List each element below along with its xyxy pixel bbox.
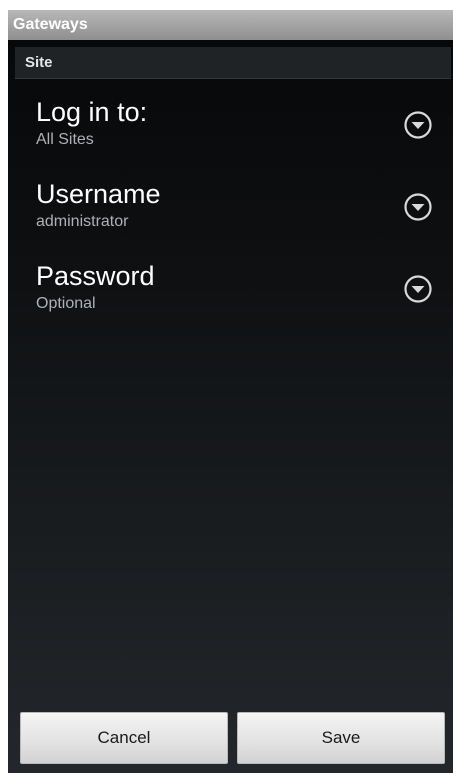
pref-summary: administrator bbox=[36, 213, 129, 230]
pref-item-password[interactable]: Password Optional bbox=[8, 260, 453, 330]
title-bar: Gateways bbox=[8, 10, 453, 40]
section-header-label: Site bbox=[25, 54, 53, 71]
chevron-down-circle-icon[interactable] bbox=[403, 274, 433, 304]
chevron-down-circle-icon[interactable] bbox=[403, 110, 433, 140]
cancel-button[interactable]: Cancel bbox=[20, 712, 228, 764]
window-title: Gateways bbox=[13, 16, 88, 33]
pref-item-username[interactable]: Username administrator bbox=[8, 178, 453, 248]
section-header-site: Site bbox=[15, 47, 451, 79]
save-button[interactable]: Save bbox=[237, 712, 445, 764]
pref-summary: All Sites bbox=[36, 131, 94, 148]
pref-summary: Optional bbox=[36, 295, 96, 312]
chevron-down-circle-icon[interactable] bbox=[403, 192, 433, 222]
pref-title: Username bbox=[36, 179, 161, 209]
pref-title: Log in to: bbox=[36, 97, 148, 127]
dialog-screen: Gateways Site Log in to: All Sites Usern… bbox=[8, 10, 453, 773]
pref-item-log-in-to[interactable]: Log in to: All Sites bbox=[8, 96, 453, 166]
pref-title: Password bbox=[36, 261, 155, 291]
